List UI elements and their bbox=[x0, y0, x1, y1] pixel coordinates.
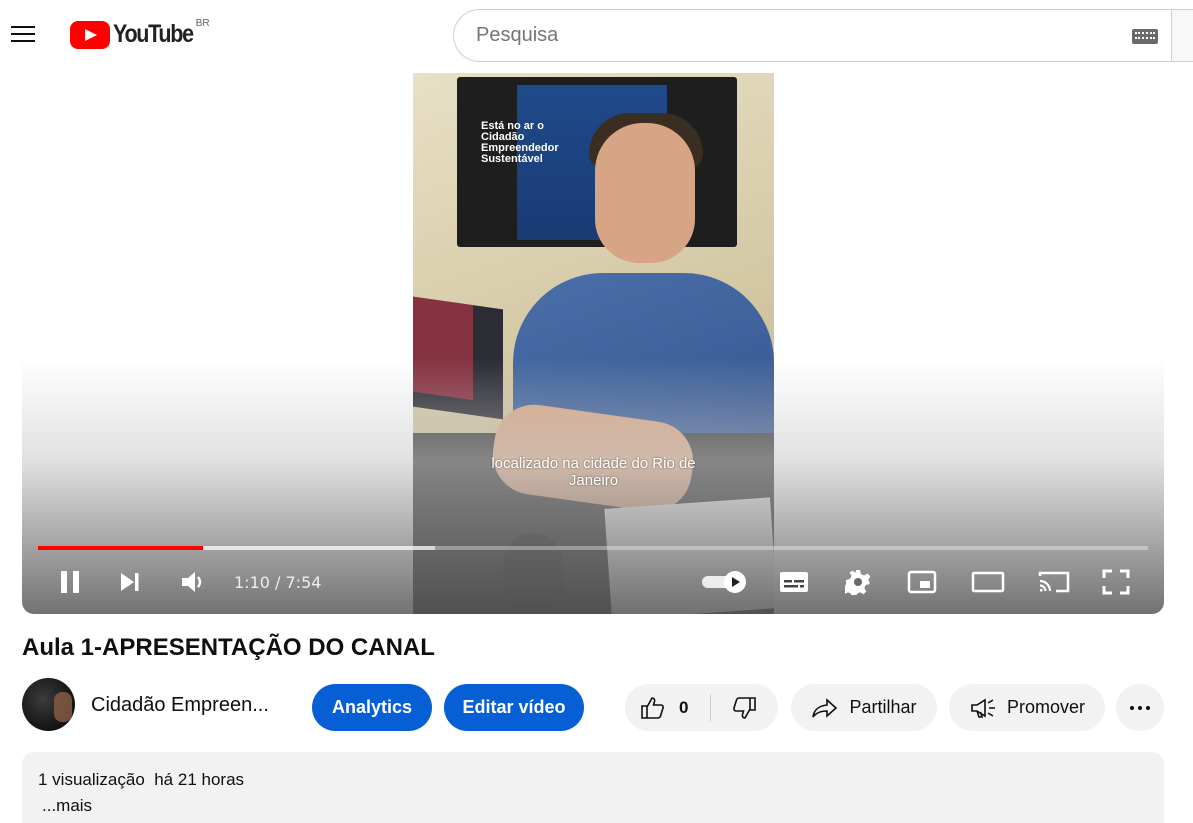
analytics-button[interactable]: Analytics bbox=[312, 684, 432, 731]
menu-icon[interactable] bbox=[8, 22, 38, 48]
progress-played bbox=[38, 546, 204, 550]
cast-icon[interactable] bbox=[1032, 557, 1076, 607]
caption-line-2: Janeiro bbox=[568, 472, 619, 489]
search-box bbox=[453, 9, 1172, 62]
autoplay-play-icon bbox=[724, 571, 746, 593]
channel-name[interactable]: Cidadão Empreen... bbox=[91, 694, 269, 717]
view-count-date: 1 visualização há 21 horas bbox=[38, 770, 245, 789]
like-button[interactable]: 0 bbox=[625, 684, 710, 731]
player-controls: 1:10 / 7:54 bbox=[22, 557, 1164, 607]
miniplayer-icon[interactable] bbox=[902, 557, 942, 607]
megaphone-icon bbox=[971, 698, 995, 718]
like-count: 0 bbox=[679, 697, 689, 717]
masthead: YouTube BR bbox=[0, 0, 1193, 70]
promote-label: Promover bbox=[1006, 697, 1086, 717]
autoplay-toggle[interactable] bbox=[702, 571, 748, 593]
logo-region: BR bbox=[195, 18, 210, 29]
video-player[interactable]: Está no ar o Cidadão Empreendedor Susten… bbox=[22, 73, 1164, 614]
caption-line-1: localizado na cidade do Rio de bbox=[491, 455, 696, 472]
avatar-face bbox=[54, 692, 72, 722]
thumbs-down-icon bbox=[732, 696, 756, 719]
like-dislike-group: 0 bbox=[625, 684, 778, 731]
subtitles-icon[interactable] bbox=[774, 557, 814, 607]
progress-bar[interactable] bbox=[38, 546, 1148, 550]
thumbs-up-icon bbox=[641, 696, 664, 719]
logo-text: YouTube bbox=[113, 20, 194, 48]
more-actions-icon[interactable] bbox=[1116, 684, 1164, 731]
promote-button[interactable]: Promover bbox=[949, 684, 1105, 731]
description-box[interactable]: 1 visualização há 21 horas ...mais bbox=[22, 752, 1164, 823]
youtube-logo[interactable]: YouTube BR bbox=[70, 18, 210, 52]
keyboard-icon[interactable] bbox=[1132, 29, 1158, 44]
pause-icon[interactable] bbox=[50, 557, 90, 607]
search-button[interactable] bbox=[1171, 9, 1193, 62]
youtube-play-icon bbox=[70, 21, 110, 49]
theater-mode-icon[interactable] bbox=[966, 557, 1010, 607]
video-scene-tv-text: Está no ar o Cidadão Empreendedor Susten… bbox=[481, 120, 559, 165]
volume-icon[interactable] bbox=[172, 557, 216, 607]
edit-video-button[interactable]: Editar vídeo bbox=[444, 684, 584, 731]
settings-gear-icon[interactable] bbox=[838, 557, 878, 607]
share-label: Partilhar bbox=[849, 697, 917, 717]
share-button[interactable]: Partilhar bbox=[791, 684, 937, 731]
channel-avatar[interactable] bbox=[22, 678, 75, 731]
share-arrow-icon bbox=[812, 697, 838, 718]
description-more-link[interactable]: ...mais bbox=[42, 796, 1148, 816]
dislike-button[interactable] bbox=[711, 684, 778, 731]
next-icon[interactable] bbox=[110, 557, 150, 607]
search-input[interactable] bbox=[476, 24, 1076, 47]
time-display: 1:10 / 7:54 bbox=[234, 573, 322, 592]
fullscreen-icon[interactable] bbox=[1096, 557, 1136, 607]
video-scene-head bbox=[595, 123, 695, 263]
video-title: Aula 1-APRESENTAÇÃO DO CANAL bbox=[22, 634, 435, 661]
subtitle-caption: localizado na cidade do Rio de Janeiro bbox=[413, 455, 774, 489]
